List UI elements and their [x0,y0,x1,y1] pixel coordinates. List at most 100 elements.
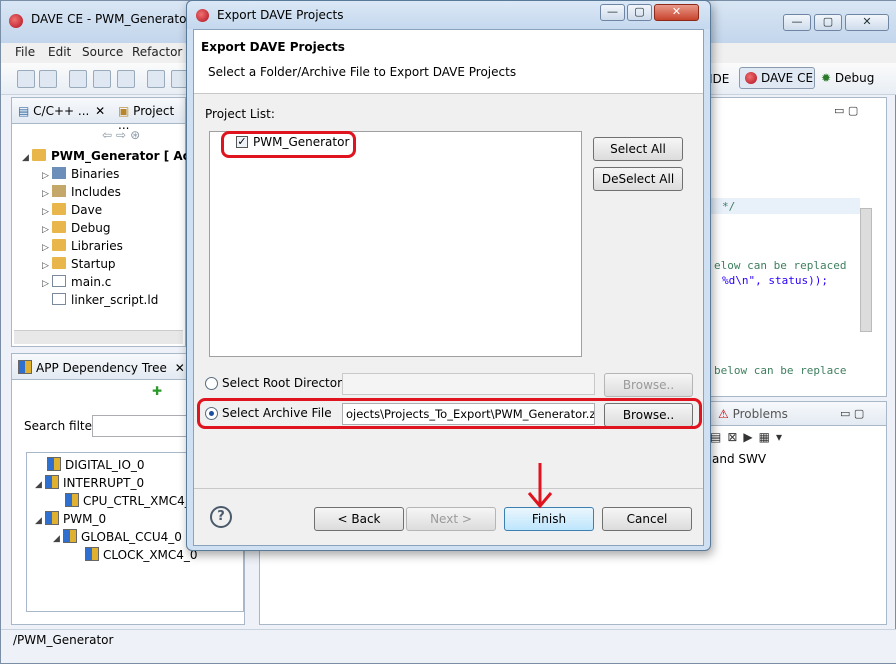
tree-item-debug[interactable]: ▷ Debug [42,221,110,239]
tab-app-dependency-tree[interactable]: APP Dependency Tree ✕ [18,360,185,375]
root-directory-field[interactable] [342,373,595,395]
root-directory-label: Select Root Directory [222,376,350,390]
project-list-label: Project List: [205,107,275,121]
app-tree-row[interactable]: ◢ INTERRUPT_0 [35,475,144,493]
expand-arrow-icon[interactable]: ▷ [42,207,52,217]
tree-root-label: PWM_Generator [ Activ [51,149,208,163]
finish-button[interactable]: Finish [504,507,594,531]
bottom-pane-min-max-icon[interactable]: ▭ ▢ [840,407,864,420]
dialog-maximize-button[interactable]: ▢ [627,4,652,21]
perspective-ide[interactable]: IDE [709,72,729,86]
deselect-all-button[interactable]: DeSelect All [593,167,683,191]
console-text: and SWV [712,452,767,466]
dialog-header-subtitle: Select a Folder/Archive File to Export D… [208,65,517,79]
save-all-icon[interactable] [39,70,57,88]
generate-code-icon[interactable] [93,70,111,88]
menu-source[interactable]: Source [82,45,123,59]
tree-item-libraries[interactable]: ▷ Libraries [42,239,123,257]
tree-item-binaries[interactable]: ▷ Binaries [42,167,119,185]
folder-icon [52,203,66,215]
app-tree-row-label: PWM_0 [63,512,107,526]
expand-arrow-icon[interactable]: ▷ [42,171,52,181]
folder-icon [52,257,66,269]
problems-tab-label: Problems [732,407,788,421]
perspective-debug-label: Debug [834,71,875,85]
menu-file[interactable]: File [15,45,35,59]
app-icon [63,529,77,543]
ide-window-title: DAVE CE - PWM_Generator/m [31,12,208,26]
back-button[interactable]: < Back [314,507,404,531]
dialog-titlebar: Export DAVE Projects — ▢ ✕ [187,1,710,29]
bug-icon: ✹ [821,71,832,85]
tab-cpp-close-icon[interactable]: ✕ [95,104,105,118]
collapse-arrow-icon[interactable]: ◢ [22,153,32,163]
binaries-icon [52,167,66,179]
project-folder-icon [32,149,46,161]
next-button[interactable]: Next > [406,507,496,531]
expand-arrow-icon[interactable]: ▷ [42,261,52,271]
add-app-icon[interactable]: ✚ [152,384,162,398]
tree-item-main-c[interactable]: ▷ main.c [42,275,111,293]
tab-problems[interactable]: ⚠ Problems [718,407,788,421]
file-icon [52,293,66,305]
tab-cpp-projects[interactable]: ▤ C/C++ ... ✕ [18,104,105,118]
build-icon[interactable] [69,70,87,88]
app-tree-row-label: GLOBAL_CCU4_0 [81,530,182,544]
highlight-archive-callout [197,398,702,429]
dialog-footer-divider [194,488,703,489]
collapse-arrow-icon[interactable]: ◢ [35,516,45,526]
dialog-minimize-button[interactable]: — [600,4,625,21]
collapse-arrow-icon[interactable]: ◢ [35,480,45,490]
finish-pointer-arrow-icon [527,463,553,509]
highlight-project-callout [221,131,356,158]
app-tree-title: APP Dependency Tree [36,361,167,375]
tree-item-dave[interactable]: ▷ Dave [42,203,102,221]
tree-item-label: Startup [71,257,116,271]
app-tree-close-icon[interactable]: ✕ [175,361,185,375]
select-all-button[interactable]: Select All [593,137,683,161]
tree-item-label: Debug [71,221,111,235]
status-bar-path: /PWM_Generator [13,633,114,647]
expand-arrow-icon[interactable]: ▷ [42,189,52,199]
perspective-debug[interactable]: ✹ Debug [821,71,874,85]
nav-arrows-icon[interactable]: ⇦⇨⊛ [102,128,144,142]
new-app-icon[interactable] [147,70,165,88]
ide-close-button[interactable]: ✕ [845,14,889,31]
expand-arrow-icon[interactable]: ▷ [42,243,52,253]
tree-root-pwm-generator[interactable]: ◢ PWM_Generator [ Activ [22,149,207,167]
cancel-button[interactable]: Cancel [602,507,692,531]
tree-item-includes[interactable]: ▷ Includes [42,185,121,203]
save-icon[interactable] [17,70,35,88]
perspective-dave-ce[interactable]: DAVE CE [739,67,815,89]
tree-item-linker-script[interactable]: linker_script.ld [52,293,158,311]
app-icon [45,475,59,489]
code-line-printf: %d\n", status)); [722,274,828,287]
root-browse-button[interactable]: Browse.. [604,373,693,397]
ide-minimize-button[interactable]: — [783,14,811,31]
ide-maximize-button[interactable]: ▢ [814,14,842,31]
problems-icon: ⚠ [718,407,729,421]
menu-edit[interactable]: Edit [48,45,71,59]
app-tree-row[interactable]: ◢ PWM_0 [35,511,106,529]
dialog-app-icon [196,9,209,22]
editor-scrollbar[interactable] [860,208,872,332]
app-tree-row-label: CPU_CTRL_XMC4_0 [83,494,199,508]
app-tree-row[interactable]: ◢ GLOBAL_CCU4_0 [53,529,182,547]
settings-wrench-icon[interactable] [117,70,135,88]
editor-min-max-icon[interactable]: ▭ ▢ [834,104,858,117]
app-tree-row[interactable]: CPU_CTRL_XMC4_0 [65,493,198,511]
expand-arrow-icon[interactable]: ▷ [42,279,52,289]
root-directory-radio[interactable] [205,377,218,390]
help-icon[interactable]: ? [210,506,232,528]
console-toolbar-icons[interactable]: ▤⊠▶▦▾ [710,430,788,444]
tree-item-startup[interactable]: ▷ Startup [42,257,116,275]
collapse-arrow-icon[interactable]: ◢ [53,534,63,544]
tree-item-label: Includes [71,185,121,199]
project-tab-icon: ▣ [118,104,130,118]
menu-refactor[interactable]: Refactor [132,45,182,59]
dialog-close-button[interactable]: ✕ [654,4,699,21]
expand-arrow-icon[interactable]: ▷ [42,225,52,235]
horizontal-scrollbar[interactable] [14,330,183,344]
app-tree-row[interactable]: DIGITAL_IO_0 [47,457,145,475]
app-tree-row[interactable]: CLOCK_XMC4_0 [85,547,198,565]
